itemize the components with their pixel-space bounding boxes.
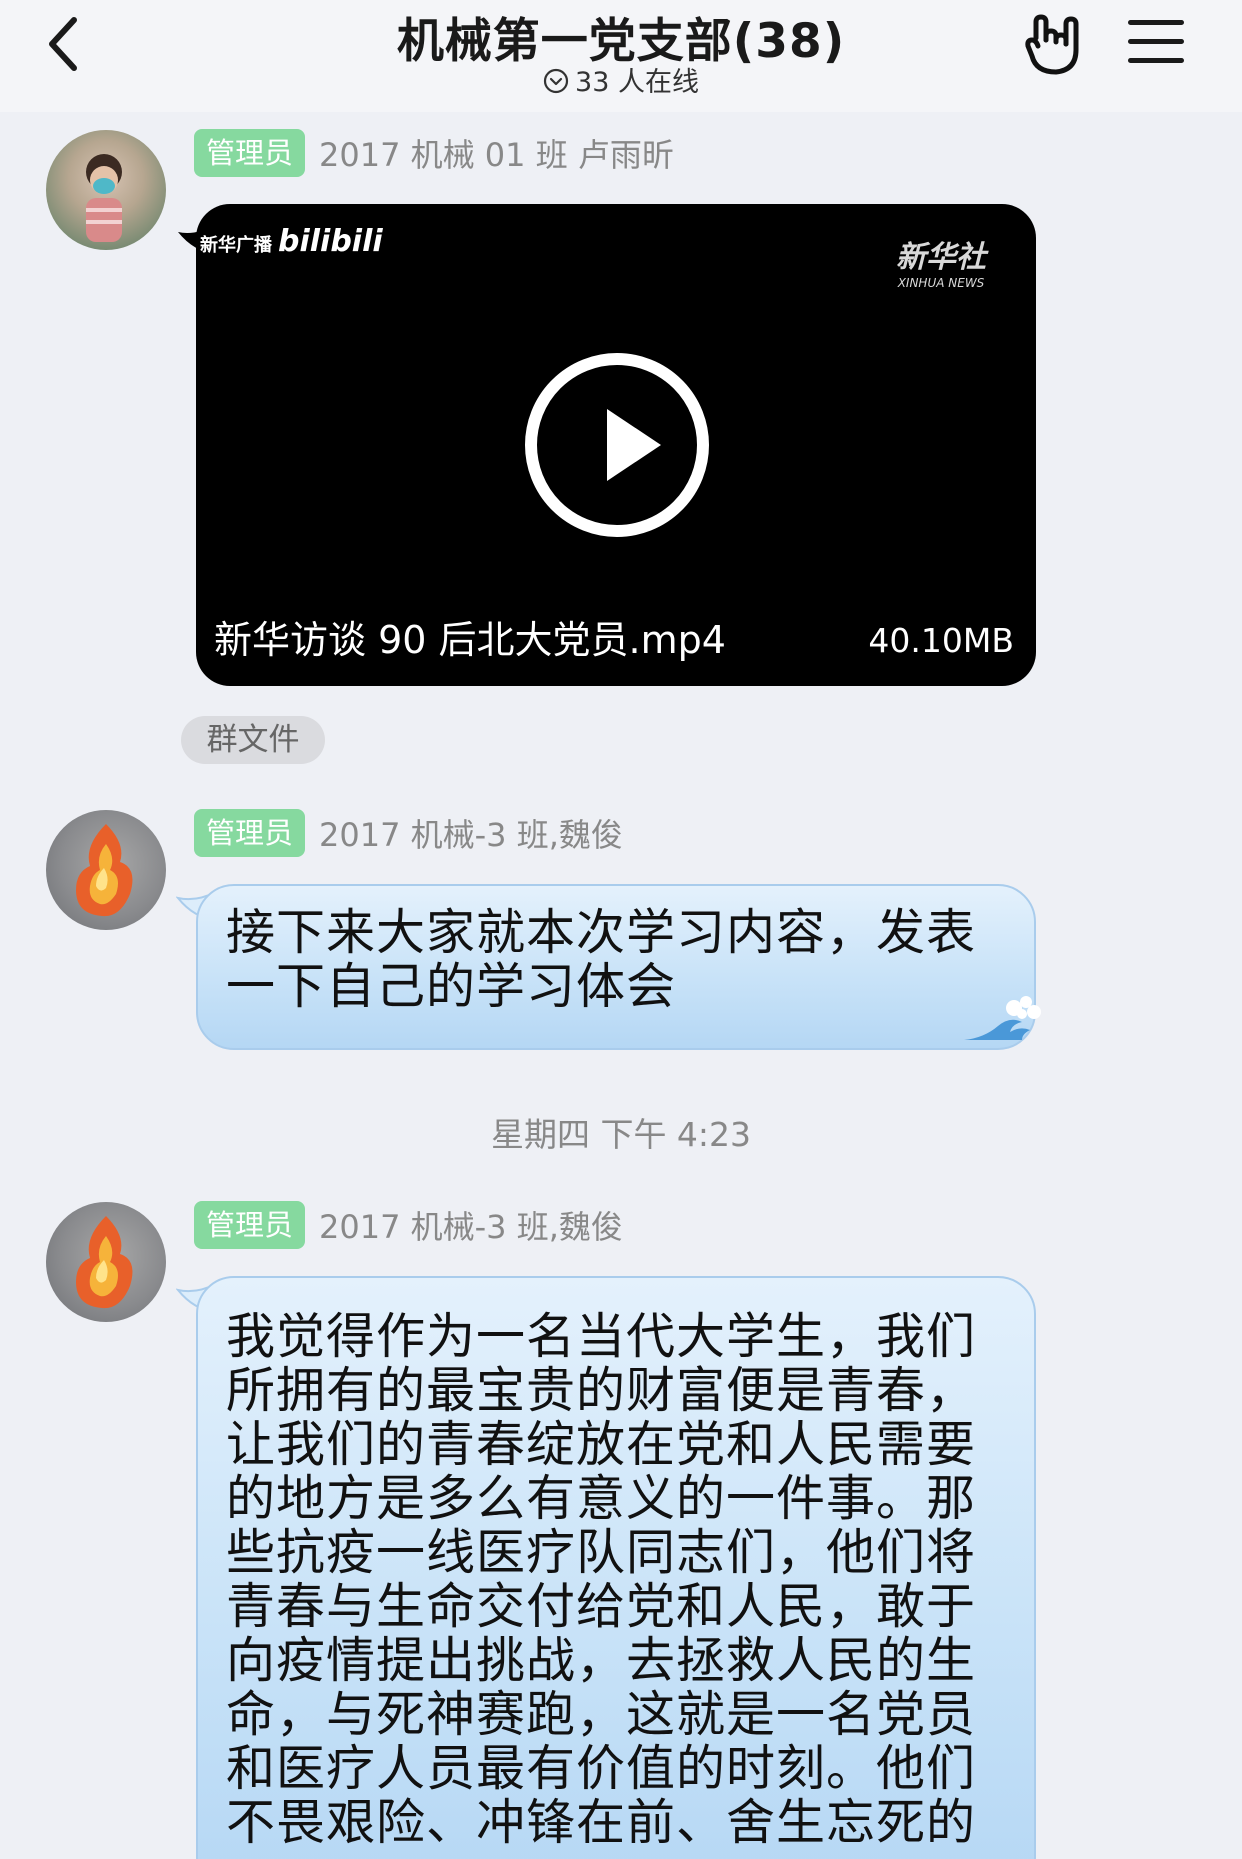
avatar[interactable] <box>46 810 166 930</box>
online-count: 33 人在线 <box>575 67 699 98</box>
admin-badge: 管理员 <box>194 129 306 177</box>
video-filename: 新华访谈 90 后北大党员.mp4 <box>214 618 726 662</box>
bilibili-logo: bilibili <box>278 224 383 259</box>
sender-name[interactable]: 2017 机械-3 班,魏俊 <box>319 1202 623 1248</box>
admin-badge: 管理员 <box>194 1201 306 1249</box>
timestamp-divider: 星期四 下午 4:23 <box>490 1115 752 1154</box>
sender-name[interactable]: 2017 机械-3 班,魏俊 <box>319 810 623 856</box>
hand-gesture-button[interactable] <box>1022 14 1084 76</box>
flame-avatar-image <box>76 1216 133 1309</box>
video-source-tag: 新华广播 bilibili <box>200 224 383 259</box>
message-bubble[interactable]: 我觉得作为一名当代大学生，我们所拥有的最宝贵的财富便是青春，让我们的青春绽放在党… <box>196 1276 1036 1859</box>
child-avatar-image <box>86 154 122 242</box>
wave-decoration-icon <box>964 996 1041 1040</box>
avatar[interactable] <box>46 130 166 250</box>
sender-name[interactable]: 2017 机械 01 班 卢雨昕 <box>319 130 674 176</box>
flame-avatar-image <box>76 824 133 917</box>
menu-button[interactable] <box>1128 20 1184 70</box>
chat-header: 机械第一党支部(38) 33 人在线 <box>0 0 1242 112</box>
avatar[interactable] <box>46 1202 166 1322</box>
message-bubble[interactable]: 接下来大家就本次学习内容，发表一下自己的学习体会 <box>196 884 1036 1050</box>
watermark-en: XINHUA NEWS <box>897 276 985 290</box>
watermark-cn: 新华社 <box>896 240 986 275</box>
hand-gesture-icon <box>1025 14 1079 75</box>
source-tag-text: 新华广播 <box>200 235 272 256</box>
admin-badge: 管理员 <box>194 809 306 857</box>
sender-line: 管理员 2017 机械-3 班,魏俊 <box>194 1200 623 1250</box>
hamburger-menu-icon <box>1128 20 1184 63</box>
video-file-card[interactable]: 新华广播 bilibili 新华社 XINHUA NEWS 新华访谈 90 后北大… <box>196 204 1036 686</box>
chevron-circle-down-icon <box>543 68 569 94</box>
video-filesize: 40.10MB <box>868 621 1014 660</box>
xinhua-watermark: 新华社 XINHUA NEWS <box>896 232 986 290</box>
play-icon <box>607 409 661 481</box>
sender-line: 管理员 2017 机械 01 班 卢雨昕 <box>194 128 674 178</box>
sender-line: 管理员 2017 机械-3 班,魏俊 <box>194 808 623 858</box>
group-file-tag[interactable]: 群文件 <box>181 716 325 764</box>
play-button[interactable] <box>525 353 709 537</box>
